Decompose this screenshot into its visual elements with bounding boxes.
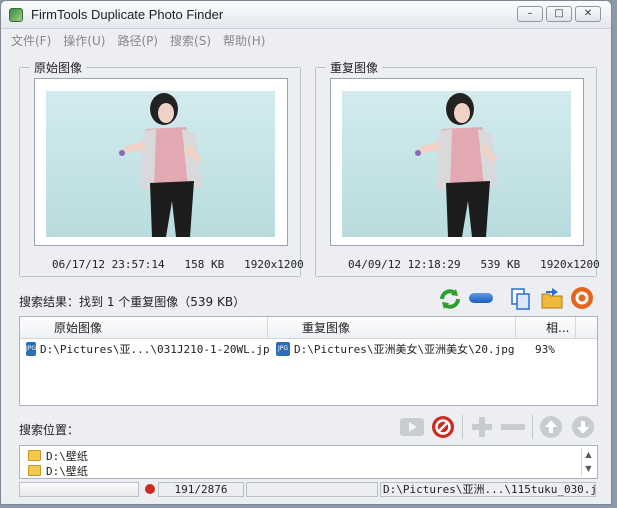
menu-file[interactable]: 文件(F) xyxy=(11,32,51,49)
woman-photo-graphic xyxy=(119,93,202,237)
results-summary: 搜索结果：找到 1 个重复图像（539 KB） xyxy=(19,295,246,309)
original-image-frame[interactable] xyxy=(34,78,288,246)
list-item[interactable]: D:\壁纸 xyxy=(20,448,597,463)
jpg-file-icon: JPG xyxy=(276,342,290,356)
duplicate-panel-label: 重复图像 xyxy=(326,59,383,76)
toolbar-divider xyxy=(532,415,533,439)
progress-count: 191/2876 xyxy=(158,482,244,497)
original-date: 06/17/12 23:57:14 xyxy=(52,258,165,271)
status-bar: 191/2876 D:\Pictures\亚洲...\115tuku_030.j… xyxy=(19,482,598,497)
refresh-icon[interactable] xyxy=(438,287,462,311)
column-similarity[interactable]: 相... xyxy=(516,317,576,338)
original-size: 158 KB xyxy=(184,258,225,271)
scroll-down-icon[interactable]: ▼ xyxy=(582,462,595,476)
jpg-file-icon: JPG xyxy=(26,342,37,356)
location-path: D:\壁纸 xyxy=(46,449,88,463)
menu-path[interactable]: 路径(P) xyxy=(117,32,158,49)
title-bar: FirmTools Duplicate Photo Finder – □ ✕ xyxy=(1,1,611,29)
minimize-button[interactable]: – xyxy=(517,6,543,22)
duplicate-dims: 1920x1200 xyxy=(540,258,600,271)
original-panel-label: 原始图像 xyxy=(30,59,87,76)
duplicate-date: 04/09/12 12:18:29 xyxy=(348,258,461,271)
stop-status-icon[interactable] xyxy=(145,484,155,494)
menu-bar: 文件(F) 操作(U) 路径(P) 搜索(S) 帮助(H) xyxy=(1,29,611,51)
toolbar-divider xyxy=(462,415,463,439)
table-row[interactable]: JPG D:\Pictures\亚...\031J210-1-20WL.jpg … xyxy=(20,339,597,359)
folder-icon xyxy=(28,465,41,476)
location-scrollbar[interactable]: ▲ ▼ xyxy=(581,448,595,476)
stop-icon[interactable] xyxy=(431,415,455,439)
app-window: FirmTools Duplicate Photo Finder – □ ✕ 文… xyxy=(0,0,612,505)
progress-bar xyxy=(19,482,139,497)
remove-icon[interactable] xyxy=(469,293,493,303)
row-original-path: D:\Pictures\亚...\031J210-1-20WL.jpg xyxy=(40,343,270,356)
maximize-button[interactable]: □ xyxy=(546,6,572,22)
original-photo xyxy=(46,91,275,237)
list-item[interactable]: D:\壁纸 xyxy=(20,463,597,478)
app-icon xyxy=(9,7,23,22)
current-file: D:\Pictures\亚洲...\115tuku_030.jpg xyxy=(380,482,596,497)
duplicate-info: 04/09/12 12:18:29 539 KB 1920x1200 xyxy=(348,258,600,271)
row-duplicate-path: D:\Pictures\亚洲美女\亚洲美女\20.jpg xyxy=(294,343,515,356)
add-icon[interactable] xyxy=(470,415,494,439)
results-header: 原始图像 重复图像 相... xyxy=(20,317,597,339)
move-down-icon[interactable] xyxy=(571,415,595,439)
copy-icon[interactable] xyxy=(510,287,532,311)
duplicate-image-panel: 重复图像 04/09/12 12:18:29 539 KB 1920x1200 xyxy=(315,59,600,277)
duplicate-size: 539 KB xyxy=(480,258,521,271)
folder-icon xyxy=(28,450,41,461)
close-button[interactable]: ✕ xyxy=(575,6,601,22)
woman-photo-graphic xyxy=(415,93,498,237)
results-list[interactable]: 原始图像 重复图像 相... JPG D:\Pictures\亚...\031J… xyxy=(19,316,598,406)
search-location-label: 搜索位置： xyxy=(19,423,80,437)
duplicate-photo xyxy=(342,91,571,237)
help-icon[interactable] xyxy=(570,286,594,310)
move-up-icon[interactable] xyxy=(539,415,563,439)
duplicate-image-frame[interactable] xyxy=(330,78,584,246)
window-title: FirmTools Duplicate Photo Finder xyxy=(31,7,224,22)
row-similarity: 93% xyxy=(535,342,555,356)
menu-search[interactable]: 搜索(S) xyxy=(170,32,211,49)
menu-help[interactable]: 帮助(H) xyxy=(223,32,265,49)
original-dims: 1920x1200 xyxy=(244,258,304,271)
original-image-panel: 原始图像 06/17/12 23:57:14 158 KB 1920x1200 xyxy=(19,59,304,277)
column-duplicate[interactable]: 重复图像 xyxy=(268,317,516,338)
search-location-list[interactable]: D:\壁纸 D:\壁纸 ▲ ▼ xyxy=(19,445,598,479)
play-icon[interactable] xyxy=(400,418,424,436)
menu-operation[interactable]: 操作(U) xyxy=(63,32,105,49)
open-folder-icon[interactable] xyxy=(540,286,564,310)
remove-location-icon[interactable] xyxy=(501,424,525,430)
location-path: D:\壁纸 xyxy=(46,464,88,478)
status-empty-field xyxy=(246,482,378,497)
column-original[interactable]: 原始图像 xyxy=(20,317,268,338)
scroll-up-icon[interactable]: ▲ xyxy=(582,448,595,462)
original-info: 06/17/12 23:57:14 158 KB 1920x1200 xyxy=(52,258,304,271)
